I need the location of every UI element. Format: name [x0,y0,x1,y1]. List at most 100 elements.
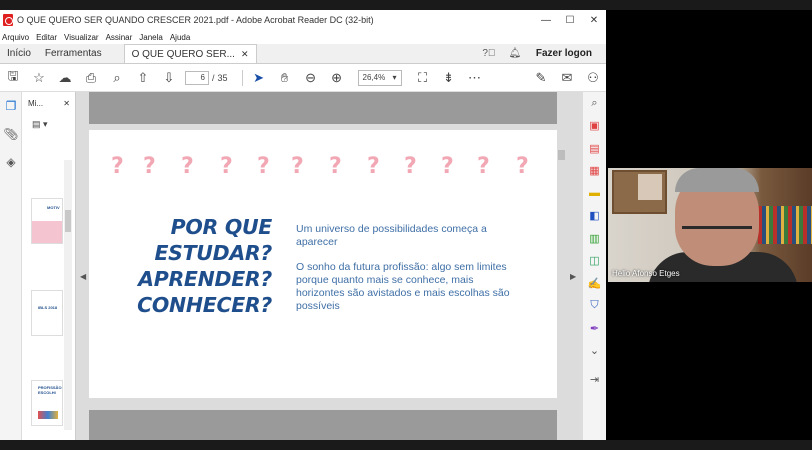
cloud-upload-icon[interactable]: ☁ [52,67,78,89]
protect-icon[interactable]: ⛉ [583,295,606,318]
sign-icon[interactable]: ✎ [528,67,554,89]
edit-icon[interactable]: ◫ [583,250,606,273]
menu-arquivo[interactable]: Arquivo [2,33,29,42]
login-button[interactable]: Fazer logon [528,44,606,63]
thumbnail-page-6[interactable]: IBLS 2018 [31,290,63,336]
chevron-down-icon[interactable]: ⌄ [583,340,606,363]
pages-icon[interactable]: ❐ [0,92,22,120]
left-navigation: ❐ 📎︎ ◈ [0,92,22,440]
slide-paragraph-1: Um universo de possibilidades começa a a… [296,223,487,248]
bookshelf [758,206,812,244]
tab-home[interactable]: Início [0,44,38,63]
top-black-bar [0,0,812,10]
save-icon[interactable]: 🖫︎ [0,67,26,89]
thumbnails-scrollbar[interactable] [64,160,72,430]
previous-page [89,92,557,124]
bell-icon[interactable]: 🔔︎ [502,44,528,63]
slide-title: POR QUE ESTUDAR? APRENDER? CONHECER? [134,214,272,318]
more-tools-icon[interactable]: ✒ [583,317,606,340]
question-mark: ? [404,154,417,179]
page-up-icon[interactable]: ⇧ [130,67,156,89]
thumbnails-scroll-thumb[interactable] [65,210,71,232]
star-icon[interactable]: ☆ [26,67,52,89]
export-pdf-icon[interactable]: ▣ [583,115,606,138]
page-down-icon[interactable]: ⇩ [156,67,182,89]
organize-icon[interactable]: ▤ [583,137,606,160]
tab-bar: Início Ferramentas O QUE QUERO SER... ✕ … [0,44,606,64]
fit-page-icon[interactable]: ⛶ [410,67,436,89]
title-line: ESTUDAR? [154,241,272,265]
question-mark: ? [329,154,342,179]
layers-icon[interactable]: ◈ [0,148,22,176]
webcam-feed: Helio Afonso Etges [608,168,812,282]
acrobat-icon [3,14,13,26]
menu-janela[interactable]: Janela [139,33,163,42]
pdf-page: ? ? ? ? ? ? ? ? ? ? ? ? POR QUE ESTUDAR?… [89,130,557,398]
thumbnail-options-icon[interactable]: ▤ ▾ [22,114,75,134]
comment-icon[interactable]: ▬ [583,182,606,205]
compress-icon[interactable]: ▥ [583,227,606,250]
add-user-icon[interactable]: ⚇ [580,67,606,89]
more-icon[interactable]: ⋯ [462,67,488,89]
thumbnail-page-7[interactable]: PROFISSÃO ESCOLHI [31,380,63,426]
question-mark: ? [367,154,380,179]
close-panel-icon[interactable]: ✕ [63,99,70,108]
fill-sign-icon[interactable]: ✍ [583,272,606,295]
email-icon[interactable]: ✉ [554,67,580,89]
zoom-in-icon[interactable]: ⊕ [324,67,350,89]
menu-ajuda[interactable]: Ajuda [170,33,190,42]
tab-document-label: O QUE QUERO SER... [131,48,235,60]
zoom-dropdown[interactable]: 26,4% ▾ [357,69,402,86]
question-mark: ? [181,154,194,179]
collapse-icon[interactable]: ⇥ [583,368,606,391]
thumbnails-title: Mi... [28,98,44,108]
page-number-input[interactable]: 6 [185,70,209,85]
document-scrollbar[interactable] [556,150,566,440]
page-total: 35 [217,72,228,83]
slide-paragraph-2: O sonho da futura profissão: algo sem li… [296,261,510,312]
window-controls: — ☐ ✕ [534,15,606,26]
menu-bar: Arquivo Editar Visualizar Assinar Janela… [0,30,606,44]
window-title: O QUE QUERO SER QUANDO CRESCER 2021.pdf … [17,15,374,25]
question-mark: ? [111,154,124,179]
question-mark: ? [477,154,490,179]
zoom-out-icon[interactable]: ⊖ [298,67,324,89]
document-scroll-thumb[interactable] [558,150,565,160]
question-mark: ? [291,154,304,179]
tab-tools[interactable]: Ferramentas [38,44,109,63]
maximize-button[interactable]: ☐ [558,15,582,26]
chevron-down-icon: ▾ [392,73,397,82]
thumbnail-page-5[interactable]: MOTIV [31,198,63,244]
print-icon[interactable]: ⎙ [78,67,104,89]
question-marks-row: ? ? ? ? ? ? ? ? ? ? ? ? [111,154,531,184]
zoom-search-icon[interactable]: ⌕ [104,67,130,89]
create-pdf-icon[interactable]: ▦ [583,160,606,183]
scroll-mode-icon[interactable]: ⇟ [436,67,462,89]
menu-editar[interactable]: Editar [36,33,57,42]
menu-assinar[interactable]: Assinar [106,33,133,42]
question-mark: ? [516,154,529,179]
menu-visualizar[interactable]: Visualizar [64,33,99,42]
hand-icon[interactable]: ✋︎ [272,67,298,89]
thumbnails-panel: Mi... ✕ ▤ ▾ MOTIV IBLS 2018 PROFISSÃO ES… [22,92,76,440]
question-mark: ? [257,154,270,179]
thumbnail-caption: PROFISSÃO ESCOLHI [38,385,62,395]
bottom-black-bar [0,440,812,450]
previous-page-arrow-icon[interactable]: ◀ [80,272,86,281]
close-button[interactable]: ✕ [582,15,606,26]
next-page-arrow-icon[interactable]: ▶ [570,272,576,281]
close-tab-icon[interactable]: ✕ [241,49,249,60]
cursor-icon[interactable]: ➤ [246,67,272,89]
title-line: POR QUE [170,215,273,239]
title-line: CONHECER? [137,293,272,317]
attachment-icon[interactable]: 📎︎ [0,120,22,148]
main-toolbar: 🖫︎ ☆ ☁ ⎙ ⌕ ⇧ ⇩ 6 / 35 ➤ ✋︎ ⊖ ⊕ 26,4% ▾ ⛶… [0,64,606,92]
combine-icon[interactable]: ◧ [583,205,606,228]
tab-document[interactable]: O QUE QUERO SER... ✕ [123,44,257,63]
right-tools-panel: ⌕ ▣ ▤ ▦ ▬ ◧ ▥ ◫ ✍ ⛉ ✒ ⌄ ⇥ [582,92,606,440]
participant-name: Helio Afonso Etges [612,269,680,278]
search-icon[interactable]: ⌕ [583,92,606,115]
minimize-button[interactable]: — [534,15,558,26]
question-mark: ? [441,154,454,179]
help-icon[interactable]: ?⃝ [476,44,502,63]
